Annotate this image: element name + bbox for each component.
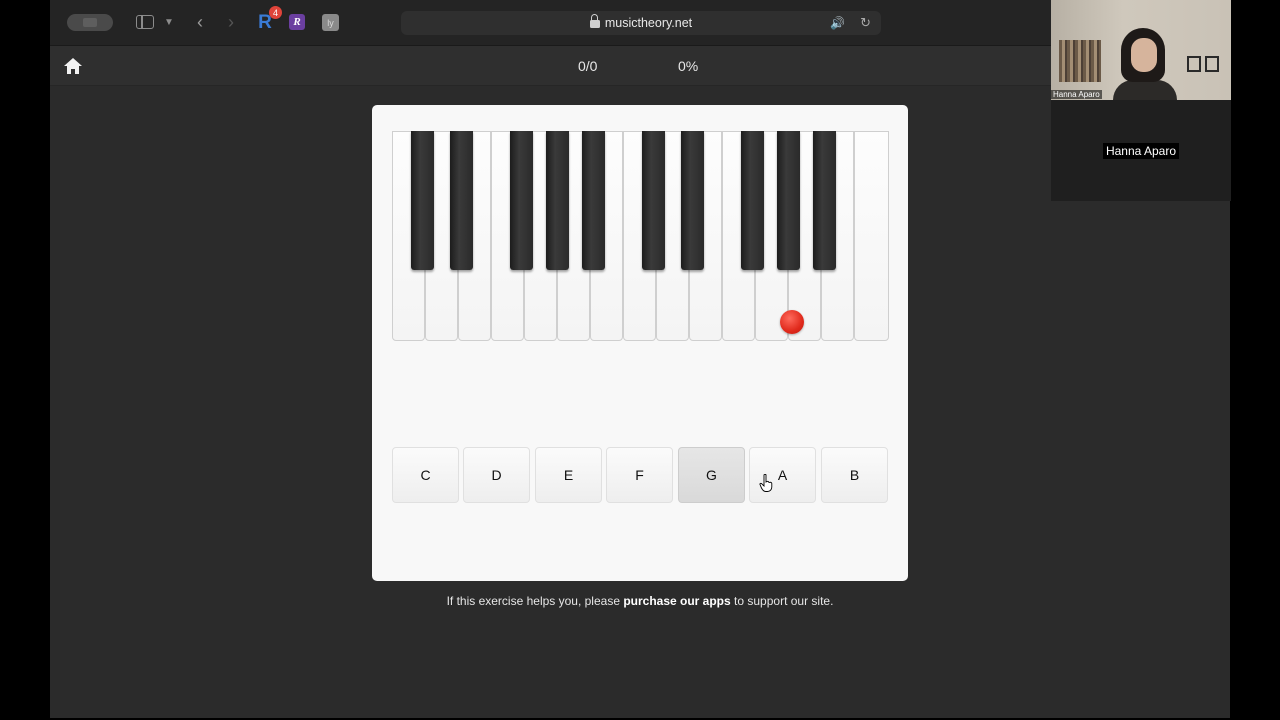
black-key: [741, 131, 764, 270]
bookshelf: [1059, 40, 1101, 82]
participant-video-tile: Hanna Aparo: [1051, 0, 1231, 100]
answer-button-g[interactable]: G: [678, 447, 745, 503]
white-key: [854, 131, 889, 341]
home-icon[interactable]: [63, 56, 83, 76]
answer-button-d[interactable]: D: [463, 447, 530, 503]
piano-keyboard: [392, 131, 889, 341]
participant-avatar: [1113, 28, 1177, 100]
score-percent: 0%: [678, 58, 699, 74]
black-key: [411, 131, 434, 270]
mouse-cursor-icon: [759, 474, 773, 492]
participant-name: Hanna Aparo: [1051, 90, 1102, 99]
footer-text-prefix: If this exercise helps you, please: [446, 594, 624, 608]
footer-note: If this exercise helps you, please purch…: [50, 594, 1230, 608]
black-key: [813, 131, 836, 270]
wall-frame: [1187, 56, 1201, 72]
window-pill-button[interactable]: [67, 14, 113, 31]
score-counter: 0/0: [578, 58, 598, 74]
black-key: [642, 131, 665, 270]
answer-button-c[interactable]: C: [392, 447, 459, 503]
black-key: [450, 131, 473, 270]
pill-icon: [83, 18, 97, 27]
reload-icon[interactable]: ↻: [860, 15, 871, 31]
purchase-apps-link[interactable]: purchase our apps: [623, 594, 730, 608]
url-text: musictheory.net: [604, 16, 693, 30]
answer-button-e[interactable]: E: [535, 447, 602, 503]
extension-badge: 4: [269, 6, 282, 19]
exercise-card: CDEFGAB: [372, 105, 908, 581]
black-key: [777, 131, 800, 270]
black-key: [681, 131, 704, 270]
rk-extension-icon[interactable]: R: [289, 14, 305, 30]
black-key: [582, 131, 605, 270]
black-key: [510, 131, 533, 270]
lock-icon: [589, 14, 600, 30]
answer-button-b[interactable]: B: [821, 447, 888, 503]
answer-buttons: CDEFGAB: [392, 447, 889, 503]
address-bar[interactable]: musictheory.net 🔊 ↻: [401, 11, 881, 35]
chevron-down-icon[interactable]: ▼: [162, 13, 176, 31]
answer-button-f[interactable]: F: [606, 447, 673, 503]
black-key: [546, 131, 569, 270]
ly-extension-icon[interactable]: ly: [322, 14, 339, 31]
participant-tile-label: Hanna Aparo: [1102, 142, 1180, 159]
speaker-icon[interactable]: 🔊: [830, 16, 845, 30]
wall-frame: [1205, 56, 1219, 72]
footer-text-suffix: to support our site.: [730, 594, 834, 608]
sidebar-toggle-icon[interactable]: [136, 15, 154, 29]
back-button[interactable]: ‹: [191, 11, 209, 33]
participant-name-tile: Hanna Aparo: [1051, 100, 1231, 201]
note-marker: [780, 310, 804, 334]
forward-button[interactable]: ›: [222, 11, 240, 33]
